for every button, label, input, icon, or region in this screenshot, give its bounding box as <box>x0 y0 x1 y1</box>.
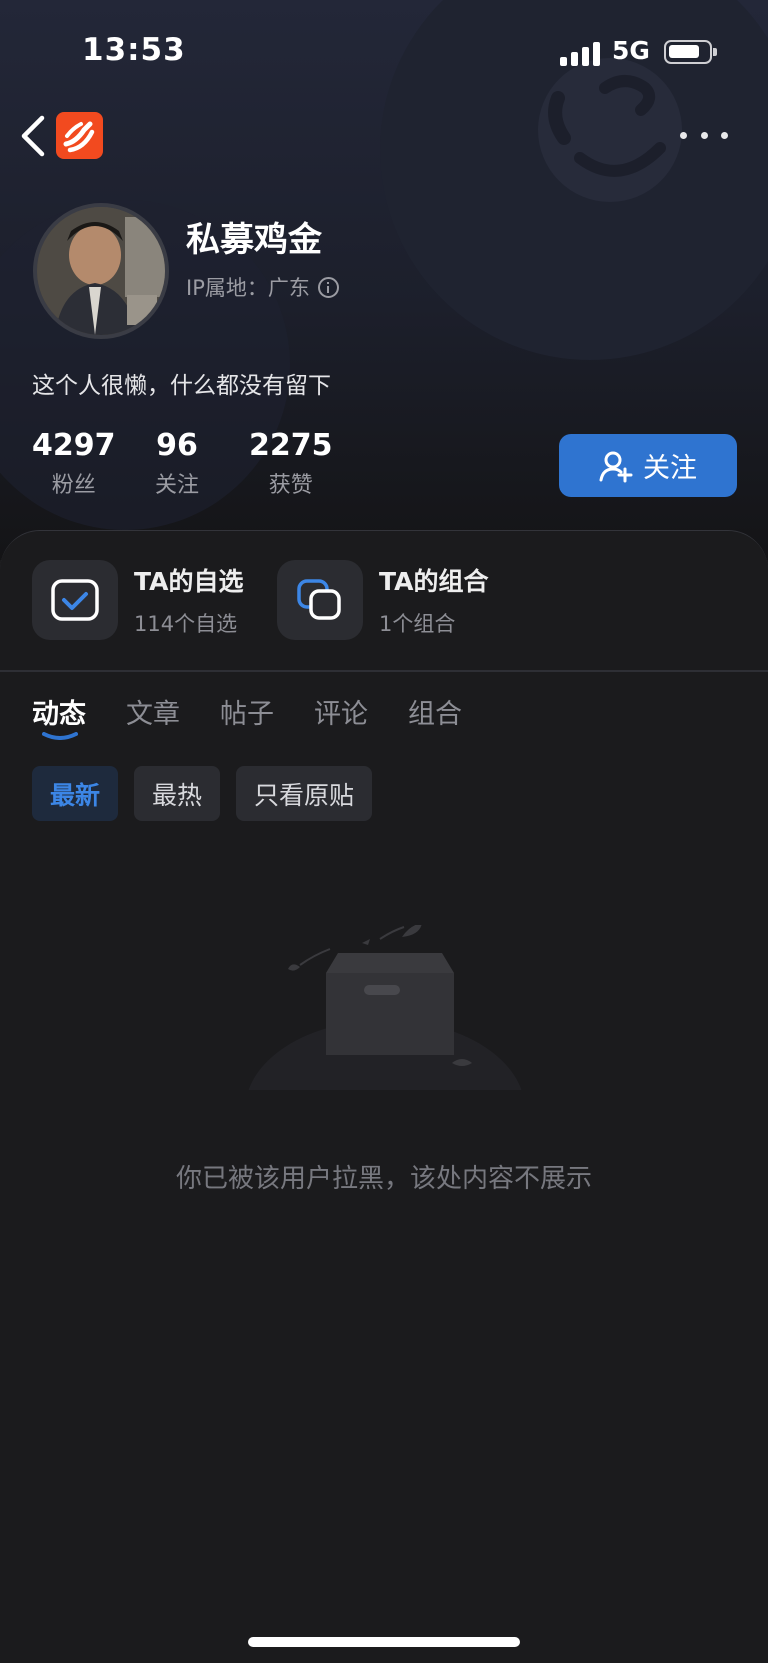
tab-label: 动态 <box>32 699 86 730</box>
more-options-button[interactable] <box>680 120 728 150</box>
tab-label: 帖子 <box>220 699 274 730</box>
more-dots-icon <box>680 131 687 139</box>
filter-chips: 最新 最热 只看原贴 <box>32 766 373 821</box>
follow-button[interactable]: 关注 <box>559 434 737 497</box>
status-bar: 13:53 5G <box>0 0 768 100</box>
card-subtitle: 1个组合 <box>379 612 456 636</box>
add-user-icon <box>599 451 633 482</box>
card-watchlist[interactable]: TA的自选 114个自选 <box>32 560 243 640</box>
tab-label: 评论 <box>314 699 368 730</box>
ip-location-row: IP属地：广东 <box>186 272 339 302</box>
stat-value: 96 <box>156 428 198 463</box>
tab-dynamics[interactable]: 动态 <box>32 692 86 740</box>
app-logo-icon[interactable] <box>56 112 103 159</box>
stat-following[interactable]: 96 关注 <box>155 428 199 499</box>
profile-bio: 这个人很懒，什么都没有留下 <box>32 373 331 399</box>
card-title: TA的自选 <box>134 567 244 596</box>
avatar[interactable] <box>33 203 169 339</box>
stat-label: 粉丝 <box>51 473 96 498</box>
tab-active-indicator <box>42 732 78 740</box>
filter-original-only[interactable]: 只看原贴 <box>236 766 373 821</box>
watchlist-check-icon <box>32 560 118 640</box>
avatar-photo <box>37 207 165 335</box>
portfolio-squares-icon <box>277 560 363 640</box>
battery-icon <box>664 40 717 64</box>
tab-comments[interactable]: 评论 <box>314 692 368 731</box>
tab-label: 文章 <box>126 699 180 730</box>
tab-portfolios[interactable]: 组合 <box>408 692 462 731</box>
filter-hot[interactable]: 最热 <box>134 766 221 821</box>
chevron-left-icon <box>21 115 45 157</box>
section-divider <box>0 670 768 672</box>
more-dots-icon <box>700 131 708 139</box>
ip-location-label: IP属地：广东 <box>186 276 310 300</box>
card-title: TA的组合 <box>379 567 489 596</box>
stat-value: 2275 <box>249 428 333 463</box>
stat-label: 获赞 <box>268 473 313 498</box>
stat-likes[interactable]: 2275 获赞 <box>249 428 333 499</box>
info-icon[interactable] <box>317 276 339 298</box>
follow-button-label: 关注 <box>643 453 697 484</box>
status-time: 13:53 <box>82 32 186 68</box>
profile-username: 私募鸡金 <box>186 220 322 260</box>
home-indicator[interactable] <box>248 1637 520 1647</box>
tab-articles[interactable]: 文章 <box>126 692 180 731</box>
network-label: 5G <box>612 36 650 65</box>
stat-label: 关注 <box>155 473 200 498</box>
filter-latest[interactable]: 最新 <box>32 766 119 821</box>
empty-box-illustration <box>230 925 540 1115</box>
card-subtitle: 114个自选 <box>134 612 238 636</box>
stat-followers[interactable]: 4297 粉丝 <box>32 428 116 499</box>
signal-icon <box>560 40 602 66</box>
more-dots-icon <box>721 131 728 139</box>
app-logo-icon-glyph <box>63 121 95 153</box>
card-portfolio[interactable]: TA的组合 1个组合 <box>277 560 488 640</box>
tab-label: 组合 <box>408 699 462 730</box>
content-tabs: 动态 文章 帖子 评论 组合 <box>32 692 502 740</box>
empty-state-message: 你已被该用户拉黑，该处内容不展示 <box>175 1164 592 1194</box>
stat-value: 4297 <box>32 428 116 463</box>
tab-posts[interactable]: 帖子 <box>220 692 274 731</box>
back-button[interactable] <box>14 110 54 162</box>
